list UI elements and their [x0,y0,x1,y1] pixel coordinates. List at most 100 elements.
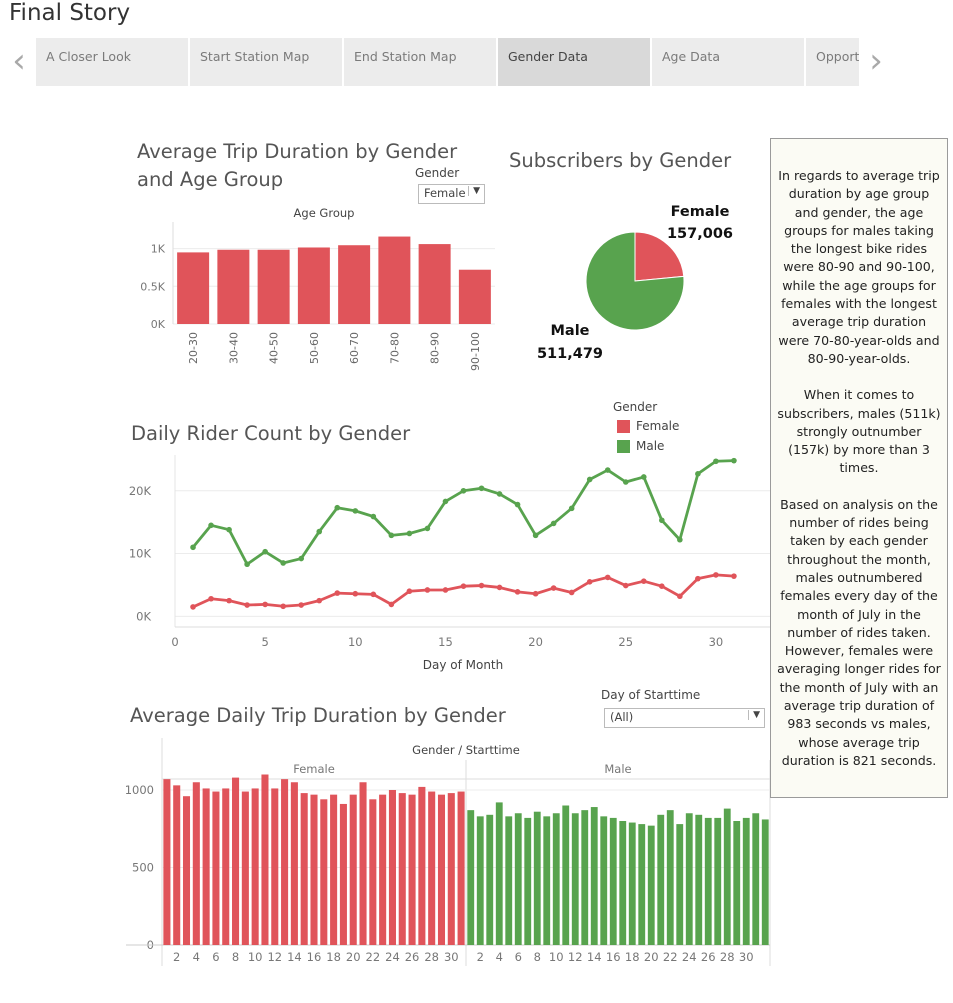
daily-bar [408,794,416,945]
x-tick-label: 22 [366,950,381,964]
story-tab[interactable]: A Closer Look [36,38,188,86]
daily-bar [581,810,589,945]
previous-story-point-button[interactable]: ‹ [6,44,32,80]
daily-bar [330,794,338,945]
daily-bar [163,779,171,945]
story-paragraph: Based on analysis on the number of rides… [777,496,941,768]
daily-bar [638,824,646,945]
data-point [586,579,593,585]
x-tick-label: 90-100 [469,332,482,371]
story-tab[interactable]: End Station Map [344,38,496,86]
x-tick-label: 10 [248,950,263,964]
daily-bar [733,821,741,945]
y-tick-label: 1K [151,243,166,256]
data-point [406,588,413,595]
legend-label-female: Female [636,419,680,433]
data-point [604,467,611,473]
data-point [532,532,539,539]
data-point [713,458,719,465]
x-tick-label: 26 [701,950,716,964]
data-point [262,548,268,555]
subscribers-pie-chart: Female 157,006 Male 511,479 [537,204,733,362]
data-point [262,601,268,608]
y-tick-label: 0K [136,609,151,623]
data-point [334,504,341,511]
data-point [334,590,341,596]
daily-bar [552,813,560,945]
daily-bar [619,821,627,945]
daily-bar [202,788,210,945]
panel-label: Male [604,762,631,776]
data-point [659,583,665,589]
daily-bar [310,794,318,945]
data-point [532,590,539,597]
data-point [460,487,467,494]
subscribers-chart-title: Subscribers by Gender [509,149,732,172]
daily-bar [232,777,240,945]
x-tick-label: 70-80 [388,332,401,364]
x-tick-label: 10 [348,635,363,649]
pie-label-name: Female [671,204,730,220]
data-point [695,575,701,582]
x-tick-label: 20 [644,950,659,964]
x-tick-label: 30 [709,635,724,649]
daily-bar [369,799,377,945]
data-point [460,583,467,589]
data-point [496,491,503,497]
data-point [244,602,250,608]
data-point [731,457,737,464]
next-story-point-button[interactable]: › [863,44,889,80]
daily-bar [752,813,760,945]
x-tick-label: 30-40 [227,332,240,364]
daily-bar [524,817,532,945]
data-point [640,474,647,480]
x-tick-label: 16 [307,950,322,964]
daily-bar [761,819,769,945]
daily-bar [241,791,249,945]
daily-bar [571,813,579,945]
pie-label-value: 157,006 [667,226,733,242]
data-point [550,585,557,591]
x-tick-label: 40-50 [268,332,281,364]
daily-bar [271,788,279,945]
age-bar [177,252,210,324]
panel-label: Female [293,762,335,776]
daily-bar [457,791,465,945]
daily-bar [359,782,367,945]
x-tick-label: 80-90 [429,332,442,364]
x-tick-label: 8 [534,950,541,964]
data-point [208,595,214,602]
story-tab[interactable]: Start Station Map [190,38,342,86]
y-tick-label: 20K [129,484,152,498]
data-point [190,604,196,610]
data-point [316,597,323,604]
x-tick-label: 30 [444,950,459,964]
daily-bar [695,814,703,945]
daily-bar [600,816,608,945]
age-bar [458,269,491,324]
daily-bar [476,816,484,945]
x-tick-label: 0 [171,635,178,649]
data-point [352,590,359,597]
y-tick-label: 0K [151,318,166,331]
data-point [713,572,719,578]
story-tab[interactable]: Opportu [806,38,859,86]
daily-bar [349,794,357,945]
story-tab[interactable]: Age Data [652,38,804,86]
gender-filter-value: Female [424,186,466,200]
chevron-down-icon: ▼ [468,186,480,196]
daily-bar [339,803,347,945]
data-point [370,591,377,598]
story-paragraph: In regards to average trip duration by a… [778,168,940,366]
data-point [604,574,611,581]
daily-bar [320,799,328,945]
data-point [298,555,305,562]
data-point [424,587,431,593]
daily-bar [251,788,259,945]
story-tab[interactable]: Gender Data [498,38,650,86]
data-point [244,561,250,568]
legend-swatch-female [617,420,630,433]
pie-label-name: Male [550,323,589,339]
day-filter-dropdown[interactable]: (All) ▼ [604,708,765,728]
x-tick-label: 20 [528,635,543,649]
